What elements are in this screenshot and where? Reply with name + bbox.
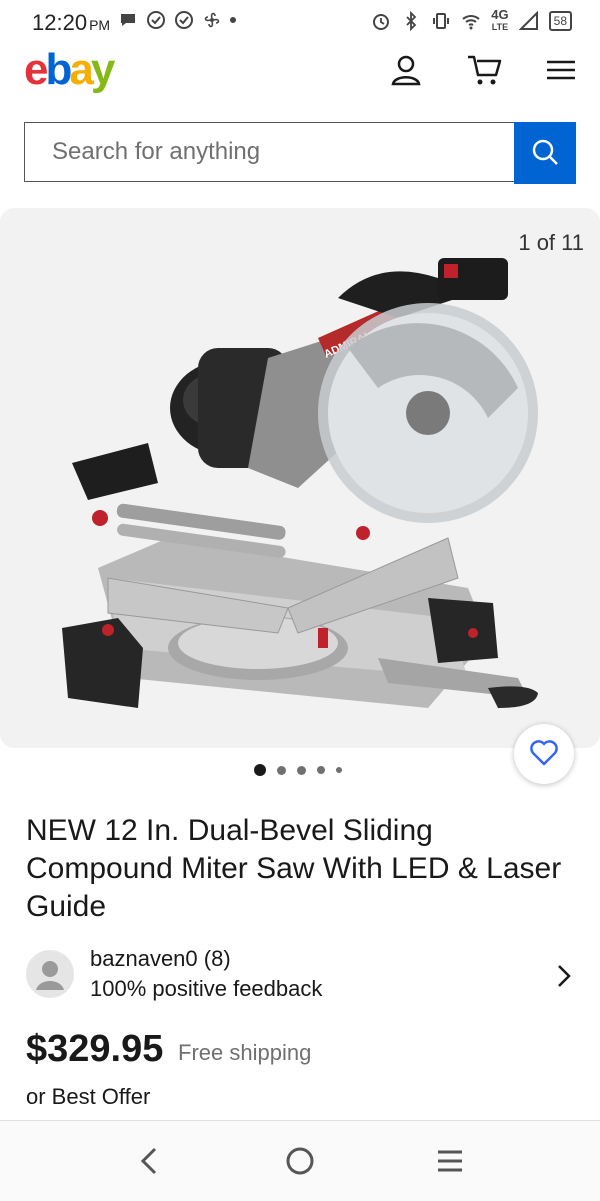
search-button[interactable] xyxy=(514,122,576,184)
status-bar: 12:20 PM 4G LTE 58 xyxy=(0,0,600,44)
vibrate-icon xyxy=(433,13,450,29)
heart-icon xyxy=(530,739,558,765)
notification-icons xyxy=(118,10,236,30)
dot-icon xyxy=(230,17,236,23)
bluetooth-icon xyxy=(406,11,417,31)
check-circle-icon xyxy=(175,11,193,29)
seller-info-row[interactable]: baznaven0 (8) 100% positive feedback xyxy=(0,940,600,1010)
search-icon xyxy=(532,139,558,165)
search-input[interactable] xyxy=(24,122,514,182)
system-icons: 4G LTE 58 xyxy=(371,7,572,33)
carousel-dot-active[interactable] xyxy=(254,764,266,776)
product-image[interactable]: ADMIRAL xyxy=(48,238,548,718)
product-title: NEW 12 In. Dual-Bevel Sliding Compound M… xyxy=(26,814,562,923)
shipping-info: Free shipping xyxy=(178,1040,312,1065)
status-time: 12:20 PM xyxy=(32,10,111,35)
chevron-right-icon xyxy=(558,965,571,987)
carousel-dot[interactable] xyxy=(336,767,342,773)
best-offer-label: or Best Offer xyxy=(26,1084,151,1109)
seller-avatar xyxy=(26,950,74,998)
carousel-dots xyxy=(254,764,342,776)
alarm-icon xyxy=(373,14,390,30)
person-icon xyxy=(36,961,64,990)
signal-icon xyxy=(518,11,538,30)
battery-icon: 58 xyxy=(548,11,572,31)
carousel-dot[interactable] xyxy=(317,766,325,774)
menu-icon[interactable] xyxy=(543,52,579,88)
seller-name: baznaven0 (8) xyxy=(90,946,231,971)
user-icon[interactable] xyxy=(388,52,424,88)
ebay-logo[interactable]: ebay xyxy=(24,44,115,96)
wifi-icon xyxy=(462,15,480,30)
carousel-dot[interactable] xyxy=(277,765,286,775)
search-bar xyxy=(24,122,576,184)
fan-icon xyxy=(204,12,220,28)
back-icon[interactable] xyxy=(128,1139,172,1183)
image-gallery[interactable]: 1 of 11 ADMIRAL xyxy=(0,208,600,748)
cart-icon[interactable] xyxy=(466,52,502,88)
recents-icon[interactable] xyxy=(428,1139,472,1183)
chat-bubble-icon xyxy=(121,14,135,26)
home-icon[interactable] xyxy=(278,1139,322,1183)
seller-feedback: 100% positive feedback xyxy=(90,976,323,1001)
check-circle-icon xyxy=(147,11,165,29)
header: ebay xyxy=(0,44,600,104)
system-nav-bar xyxy=(0,1120,600,1201)
watch-button[interactable] xyxy=(514,724,574,784)
price: $329.95 xyxy=(26,1028,164,1070)
network-label: 4G LTE xyxy=(491,7,509,32)
carousel-dot[interactable] xyxy=(297,765,306,775)
